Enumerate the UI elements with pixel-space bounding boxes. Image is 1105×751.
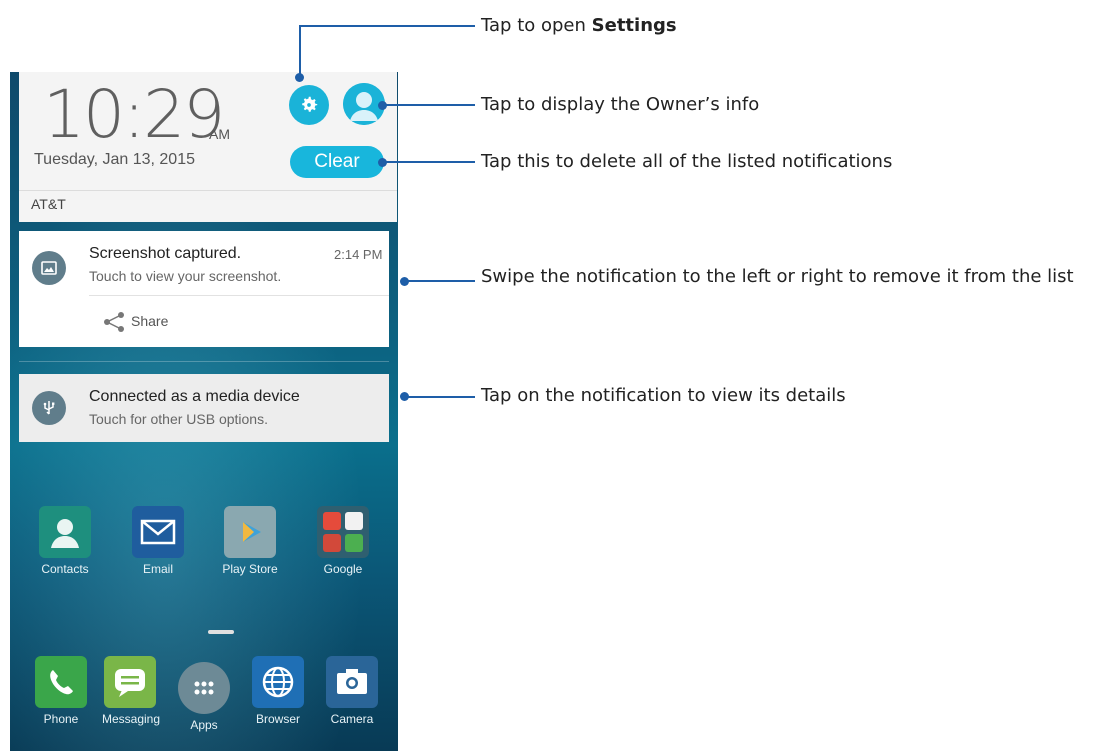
app-label: Phone [43,712,79,726]
notification-title: Screenshot captured. [89,245,242,262]
callout-line [299,25,475,27]
app-google[interactable]: Google [315,506,371,576]
callout-line [383,104,475,106]
callout-clear: Tap this to delete all of the listed not… [481,151,893,172]
notification-subtitle: Touch to view your screenshot. [89,268,282,284]
image-icon [41,261,57,275]
settings-button[interactable] [289,85,329,125]
camera-icon [326,656,378,708]
callout-owner: Tap to display the Owner’s info [481,94,760,115]
email-icon [132,506,184,558]
play-store-icon [224,506,276,558]
notification-subtitle: Touch for other USB options. [89,411,268,427]
callout-text: Tap to open [481,15,592,36]
callout-details: Tap on the notification to view its deta… [481,385,846,406]
clock-ampm: AM [209,126,230,142]
notification-usb[interactable]: Connected as a media device Touch for ot… [19,374,389,442]
app-drawer[interactable]: Apps [176,662,232,732]
phone-screen: 10:29 AM Tuesday, Jan 13, 2015 Clear AT&… [10,72,398,751]
page-indicator [208,630,234,634]
divider [19,361,389,362]
app-label: Contacts [41,562,89,576]
phone-icon [35,656,87,708]
messaging-icon [104,656,156,708]
callout-line [405,396,475,398]
app-phone[interactable]: Phone [33,656,89,726]
gear-icon [302,96,318,112]
clock-time: 10:29 [43,76,225,153]
clear-button[interactable]: Clear [290,146,384,178]
google-folder-icon [317,506,369,558]
app-email[interactable]: Email [130,506,186,576]
app-camera[interactable]: Camera [324,656,380,726]
date-label: Tuesday, Jan 13, 2015 [34,151,195,168]
app-play-store[interactable]: Play Store [222,506,278,576]
divider [89,295,389,296]
app-label: Email [142,562,173,576]
notification-time: 2:14 PM [334,247,383,262]
app-label: Apps [190,718,218,732]
quick-settings-panel: 10:29 AM Tuesday, Jan 13, 2015 Clear AT&… [19,72,397,222]
carrier-label: AT&T [31,196,66,212]
callout-swipe: Swipe the notification to the left or ri… [481,266,1074,287]
usb-icon [43,401,55,415]
callout-line [299,26,301,76]
app-label: Play Store [222,562,278,576]
app-label: Google [323,562,363,576]
app-label: Camera [330,712,374,726]
divider [19,190,397,191]
share-icon[interactable] [102,311,126,333]
notification-title: Connected as a media device [89,388,300,405]
notification-icon [32,251,66,285]
callout-bold-text: Settings [591,15,677,36]
callout-line [405,280,475,282]
browser-icon [252,656,304,708]
app-messaging[interactable]: Messaging [102,656,161,726]
share-action[interactable]: Share [131,313,168,329]
apps-icon [178,662,230,714]
notification-icon [32,391,66,425]
callout-settings: Tap to open Settings [481,14,677,37]
app-browser[interactable]: Browser [250,656,306,726]
contacts-icon [39,506,91,558]
callout-line [383,161,475,163]
app-label: Messaging [102,712,161,726]
app-contacts[interactable]: Contacts [37,506,93,576]
notification-screenshot[interactable]: Screenshot captured. Touch to view your … [19,231,389,347]
app-label: Browser [255,712,300,726]
